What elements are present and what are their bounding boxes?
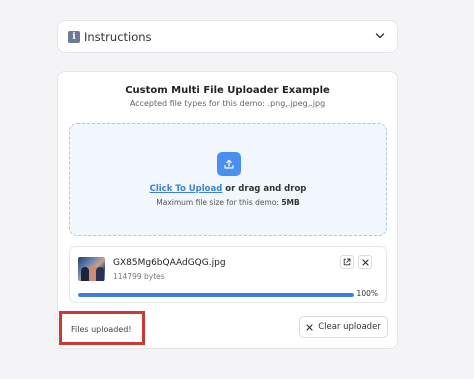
uploader-title: Custom Multi File Uploader Example: [125, 85, 330, 96]
clear-uploader-label: Clear uploader: [318, 322, 381, 332]
upload-icon[interactable]: [217, 152, 241, 176]
remove-file-button[interactable]: [358, 255, 372, 269]
close-icon: [361, 258, 369, 266]
status-highlight: Files uploaded!: [59, 311, 145, 345]
upload-progress-bar: [78, 293, 354, 297]
max-size-label: Maximum file size for this demo:: [156, 198, 282, 207]
file-size: 114799 bytes: [113, 272, 165, 281]
uploader-card: Custom Multi File Uploader Example Accep…: [57, 71, 398, 349]
clear-uploader-button[interactable]: Clear uploader: [299, 316, 388, 338]
external-link-icon: [343, 258, 351, 266]
file-item: GX85Mg6bQAAdGQG.jpg 114799 bytes 100%: [69, 246, 387, 303]
open-file-button[interactable]: [340, 255, 354, 269]
upload-progress-fill: [78, 293, 354, 297]
max-file-size: Maximum file size for this demo: 5MB: [70, 198, 386, 207]
file-name: GX85Mg6bQAAdGQG.jpg: [113, 258, 226, 268]
drag-drop-text: or drag and drop: [222, 184, 307, 194]
instructions-label: Instructions: [84, 29, 152, 44]
instructions-accordion[interactable]: i Instructions: [57, 20, 398, 53]
max-size-value: 5MB: [281, 198, 300, 207]
upload-progress-label: 100%: [356, 289, 378, 298]
file-thumbnail: [78, 257, 105, 281]
close-icon: [306, 323, 313, 331]
chevron-down-icon[interactable]: [375, 31, 385, 41]
dropzone[interactable]: Click To Upload or drag and drop Maximum…: [69, 123, 387, 236]
click-to-upload-link[interactable]: Click To Upload: [150, 184, 223, 194]
accepted-types: Accepted file types for this demo: .png,…: [129, 99, 326, 108]
info-icon: i: [68, 30, 80, 43]
drop-instructions: Click To Upload or drag and drop: [70, 184, 386, 194]
status-message: Files uploaded!: [71, 325, 132, 334]
